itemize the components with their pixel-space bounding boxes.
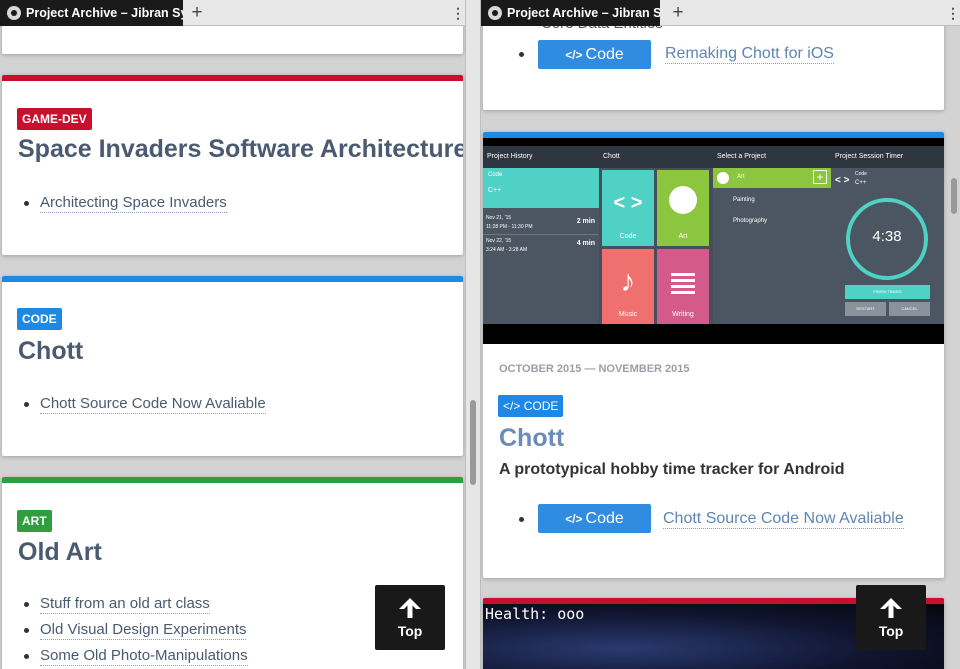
project-card: CODE Chott Chott Source Code Now Avaliab… [2, 276, 463, 456]
project-date-range: OCTOBER 2015 — NOVEMBER 2015 [499, 363, 690, 375]
tile-writing: Writing [657, 249, 709, 324]
tile-code: < > Code [602, 170, 654, 246]
tab-title: Project Archive – Jibran Sy [26, 6, 183, 20]
up-arrow-icon [399, 598, 421, 618]
card-accent-bar [2, 477, 463, 483]
right-pane: Project Archive – Jibran Sy + ⋮ Core Dat… [481, 0, 960, 669]
code-brackets-icon: </> [503, 399, 524, 413]
left-pane: Project Archive – Jibran Sy + ⋮ GAME-DEV… [0, 0, 465, 669]
code-brackets-icon: </> [565, 48, 583, 62]
back-to-top-label: Top [397, 623, 423, 639]
timer-ring: 4:38 [846, 198, 928, 280]
new-tab-icon[interactable]: + [186, 0, 208, 26]
screen-title: Chott [599, 146, 713, 168]
tile-art: Art [657, 170, 709, 246]
project-link[interactable]: Some Old Photo-Manipulations [40, 647, 248, 666]
right-scrollbar-thumb[interactable] [951, 178, 957, 214]
category-tag[interactable]: </> CODE [498, 395, 564, 417]
bullet-dot [519, 52, 524, 57]
list-item: Old Visual Design Experiments [24, 617, 248, 643]
project-title[interactable]: Chott [18, 337, 83, 366]
app-screenshots: Project History Code C++ Nov 21, '15 11:… [483, 138, 944, 344]
list-item: Chott Source Code Now Avaliable [24, 391, 266, 417]
project-title[interactable]: Space Invaders Software Architecture [18, 135, 463, 164]
screen-select-project: Select a Project Art + Painting Photogra… [713, 138, 831, 344]
project-subtitle: A prototypical hobby time tracker for An… [499, 461, 845, 478]
screen-title: Project History [483, 146, 599, 168]
list-item: Some Old Photo-Manipulations [24, 643, 248, 669]
card-accent-bar [2, 276, 463, 282]
screen-main: Chott < > Code Art ♪ Music Writing [599, 138, 713, 344]
project-link[interactable]: Old Visual Design Experiments [40, 621, 247, 640]
list-item: Stuff from an old art class [24, 591, 248, 617]
list-item: Architecting Space Invaders [24, 190, 227, 216]
screen-title: Select a Project [713, 146, 831, 168]
tab-bar: Project Archive – Jibran Sy + ⋮ [0, 0, 465, 26]
category-tag[interactable]: CODE [17, 308, 62, 330]
code-brackets-icon: </> [565, 512, 583, 526]
code-button-label: Code [585, 510, 624, 527]
tab-project-archive[interactable]: Project Archive – Jibran Sy [481, 0, 660, 26]
category-tag[interactable]: GAME-DEV [17, 108, 92, 130]
screen-title: Project Session Timer [831, 146, 944, 168]
back-to-top-button[interactable]: Top [375, 585, 445, 650]
category-tag[interactable]: ART [17, 510, 52, 532]
code-button-label: Code [585, 46, 624, 63]
link-list: Architecting Space Invaders [24, 190, 227, 216]
project-link[interactable]: Chott Source Code Now Avaliable [663, 510, 904, 529]
left-scrollbar-thumb[interactable] [470, 400, 476, 485]
new-tab-icon[interactable]: + [667, 0, 689, 26]
back-to-top-button[interactable]: Top [856, 585, 926, 650]
bullet-dot [519, 517, 524, 522]
project-title[interactable]: Chott [499, 424, 564, 453]
tab-app-icon [488, 6, 502, 20]
card-accent-bar [2, 75, 463, 81]
tile-music: ♪ Music [602, 249, 654, 324]
code-button[interactable]: </> Code [538, 504, 651, 533]
history-header: Code C++ [483, 168, 599, 208]
pane-divider[interactable] [465, 0, 481, 669]
project-card: Project History Code C++ Nov 21, '15 11:… [483, 132, 944, 578]
screen-session-timer: Project Session Timer < > Code C++ 4:38 … [831, 138, 944, 344]
project-link[interactable]: Chott Source Code Now Avaliable [40, 395, 266, 414]
screen-project-history: Project History Code C++ Nov 21, '15 11:… [483, 138, 599, 344]
project-link[interactable]: Stuff from an old art class [40, 595, 210, 614]
project-link[interactable]: Remaking Chott for iOS [665, 45, 834, 64]
tab-bar: Project Archive – Jibran Sy + ⋮ [481, 0, 960, 26]
project-card: GAME-DEV Space Invaders Software Archite… [2, 75, 463, 255]
link-list: Stuff from an old art class Old Visual D… [24, 591, 248, 669]
up-arrow-icon [880, 598, 902, 618]
menu-icon[interactable]: ⋮ [451, 0, 465, 26]
tab-app-icon [7, 6, 21, 20]
code-button[interactable]: </> Code [538, 40, 651, 69]
game-health-text: Health: ooo [485, 605, 585, 623]
tab-title: Project Archive – Jibran Sy [507, 6, 660, 20]
project-link[interactable]: Architecting Space Invaders [40, 194, 227, 213]
link-list: Chott Source Code Now Avaliable [24, 391, 266, 417]
menu-icon[interactable]: ⋮ [946, 0, 960, 26]
project-title[interactable]: Old Art [18, 538, 102, 567]
tab-project-archive[interactable]: Project Archive – Jibran Sy [0, 0, 183, 26]
back-to-top-label: Top [878, 623, 904, 639]
